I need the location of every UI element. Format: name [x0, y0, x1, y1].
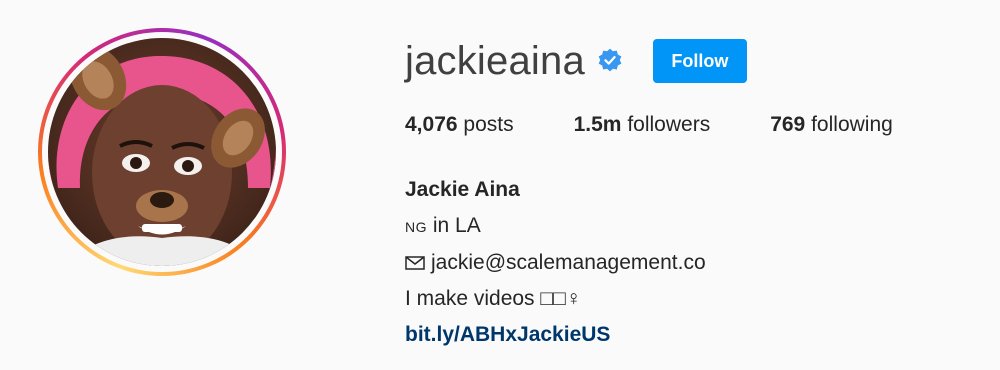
bio-external-link[interactable]: bit.ly/ABHxJackieUS	[405, 323, 610, 346]
following-count: 769	[770, 113, 806, 136]
posts-stat: 4,076 posts	[405, 113, 514, 137]
bio-tagline: I make videos □□♀	[405, 287, 582, 310]
profile-header: jackieaina Follow 4,076 posts 1.5m follo…	[0, 0, 1000, 370]
following-label: following	[811, 113, 893, 136]
followers-stat[interactable]: 1.5m followers	[574, 113, 711, 137]
profile-title-row: jackieaina Follow	[405, 36, 747, 86]
following-stat[interactable]: 769 following	[770, 113, 893, 137]
verified-badge-icon	[597, 48, 623, 74]
envelope-icon	[405, 246, 425, 270]
nigeria-flag-text: NG	[405, 219, 427, 235]
envelope-svg	[405, 256, 425, 270]
avatar-illustration	[48, 45, 276, 266]
profile-bio: Jackie Aina NG in LA jackie@scalemanagem…	[405, 172, 706, 353]
posts-label: posts	[463, 113, 514, 136]
verified-badge-svg	[598, 48, 622, 72]
bio-email: jackie@scalemanagement.co	[431, 251, 706, 274]
bio-email-line: jackie@scalemanagement.co	[405, 245, 706, 281]
follow-button[interactable]: Follow	[652, 39, 747, 83]
profile-avatar-story-ring[interactable]	[38, 28, 286, 276]
followers-label: followers	[627, 113, 711, 136]
bio-location-text: in LA	[427, 214, 481, 237]
profile-avatar	[48, 38, 276, 266]
profile-full-name: Jackie Aina	[405, 178, 520, 201]
profile-stats: 4,076 posts 1.5m followers 769 following	[405, 113, 953, 137]
followers-count: 1.5m	[573, 113, 622, 136]
profile-username: jackieaina	[405, 39, 585, 83]
bio-location: NG in LA	[405, 208, 706, 245]
posts-count: 4,076	[405, 113, 458, 136]
